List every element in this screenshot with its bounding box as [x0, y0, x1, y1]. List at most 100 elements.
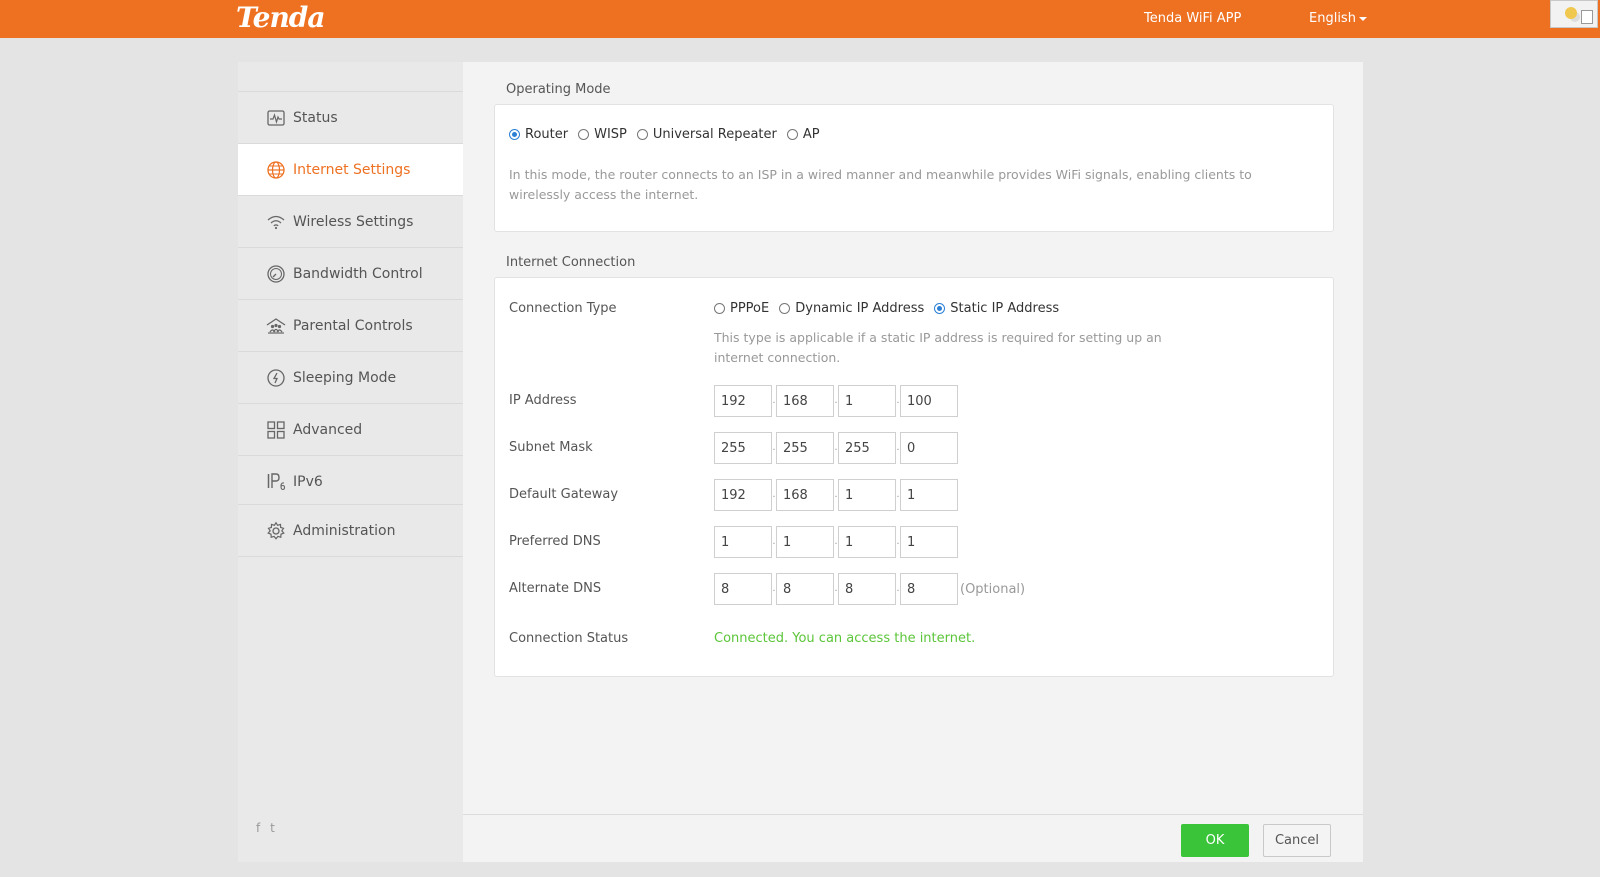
alternate-dns-label: Alternate DNS: [509, 581, 602, 596]
conn-static-ip-option[interactable]: Static IP Address: [934, 301, 1059, 316]
default-gateway-label: Default Gateway: [509, 487, 619, 502]
footer-divider: [463, 814, 1363, 815]
wifi-icon: [266, 212, 286, 232]
sidebar-item-label: Advanced: [293, 422, 363, 438]
sidebar-item-label: Internet Settings: [293, 162, 411, 178]
ip-address-label: IP Address: [509, 393, 577, 408]
option-label: WISP: [594, 127, 627, 142]
mode-universal-repeater-option[interactable]: Universal Repeater: [636, 127, 777, 142]
internet-connection-title: Internet Connection: [506, 255, 636, 270]
alternate-dns-octet-4[interactable]: [900, 573, 958, 605]
option-label: Static IP Address: [950, 301, 1060, 316]
sidebar-item-label: Administration: [293, 523, 396, 539]
sun-icon: [1565, 7, 1577, 19]
sidebar-item-label: Bandwidth Control: [293, 266, 423, 282]
sidebar-item-bandwidth-control[interactable]: Bandwidth Control: [238, 248, 463, 300]
radio-icon[interactable]: [636, 129, 648, 140]
sidebar-item-internet-settings[interactable]: Internet Settings: [238, 144, 463, 196]
conn-pppoe-option[interactable]: PPPoE: [714, 301, 769, 316]
conn-dynamic-ip-option[interactable]: Dynamic IP Address: [779, 301, 924, 316]
sidebar-item-label: Status: [293, 110, 338, 126]
preferred-dns-octet-1[interactable]: [714, 526, 772, 558]
connection-status-label: Connection Status: [509, 631, 629, 646]
mode-wisp-option[interactable]: WISP: [578, 127, 627, 142]
mode-router-option[interactable]: Router: [509, 127, 568, 142]
alternate-dns-octet-3[interactable]: [838, 573, 896, 605]
connection-status-value: Connected. You can access the internet.: [714, 631, 976, 646]
internet-connection-card: Connection Type PPPoE Dynamic IP Address…: [494, 277, 1334, 677]
sidebar-item-sleeping-mode[interactable]: Sleeping Mode: [238, 352, 463, 404]
radio-icon[interactable]: [786, 129, 798, 140]
cancel-button[interactable]: Cancel: [1263, 824, 1331, 857]
radio-selected-icon[interactable]: [509, 129, 520, 140]
ip-address-octet-3[interactable]: [838, 385, 896, 417]
subnet-mask-octet-1[interactable]: [714, 432, 772, 464]
operating-mode-options: Router WISP Universal Repeater AP: [509, 127, 830, 142]
sidebar-item-label: Parental Controls: [293, 318, 413, 334]
sidebar-item-label: Wireless Settings: [293, 214, 414, 230]
subnet-mask-octet-3[interactable]: [838, 432, 896, 464]
subnet-mask-octet-4[interactable]: [900, 432, 958, 464]
operating-mode-title: Operating Mode: [506, 82, 611, 97]
option-label: PPPoE: [730, 301, 770, 316]
option-label: Dynamic IP Address: [795, 301, 925, 316]
grid-icon: [266, 420, 286, 440]
subnet-mask-label: Subnet Mask: [509, 440, 593, 455]
alternate-dns-octet-1[interactable]: [714, 573, 772, 605]
mode-ap-option[interactable]: AP: [786, 127, 820, 142]
ip-address-input-group: . . .: [714, 385, 958, 417]
facebook-icon[interactable]: f: [256, 821, 260, 835]
alternate-dns-octet-2[interactable]: [776, 573, 834, 605]
ip-address-octet-2[interactable]: [776, 385, 834, 417]
default-gateway-octet-3[interactable]: [838, 479, 896, 511]
ip-address-octet-4[interactable]: [900, 385, 958, 417]
default-gateway-octet-2[interactable]: [776, 479, 834, 511]
monitor-icon: [1581, 10, 1593, 24]
preferred-dns-octet-3[interactable]: [838, 526, 896, 558]
option-label: Router: [525, 127, 569, 142]
operating-mode-description: In this mode, the router connects to an …: [509, 167, 1252, 202]
gear-icon: [266, 521, 286, 541]
preferred-dns-label: Preferred DNS: [509, 534, 601, 549]
preferred-dns-input-group: . . .: [714, 526, 958, 558]
radio-icon[interactable]: [578, 129, 590, 140]
top-bar: Tenda Tenda WiFi APP English: [0, 0, 1600, 38]
sidebar-item-label: IPv6: [293, 474, 323, 490]
power-icon: [266, 368, 286, 388]
language-label: English: [1309, 11, 1356, 26]
alternate-dns-input-group: . . . (Optional): [714, 573, 1025, 605]
option-label: Universal Repeater: [652, 127, 777, 142]
ipv6-icon: [266, 472, 286, 492]
app-link[interactable]: Tenda WiFi APP: [1144, 11, 1241, 26]
ok-button[interactable]: OK: [1181, 824, 1249, 857]
social-links: f t: [256, 821, 281, 835]
connection-type-description: This type is applicable if a static IP a…: [714, 330, 1162, 365]
sidebar-item-advanced[interactable]: Advanced: [238, 404, 463, 456]
weather-widget[interactable]: [1550, 0, 1598, 28]
ip-address-octet-1[interactable]: [714, 385, 772, 417]
radio-icon[interactable]: [779, 303, 791, 314]
default-gateway-octet-1[interactable]: [714, 479, 772, 511]
sidebar-item-status[interactable]: Status: [238, 92, 463, 144]
optional-hint: (Optional): [960, 581, 1026, 597]
preferred-dns-octet-4[interactable]: [900, 526, 958, 558]
radio-icon[interactable]: [714, 303, 725, 314]
subnet-mask-octet-2[interactable]: [776, 432, 834, 464]
tenda-logo[interactable]: Tenda: [236, 1, 326, 34]
sidebar-item-ipv6[interactable]: IPv6: [238, 456, 463, 505]
sidebar-item-label: Sleeping Mode: [293, 370, 397, 386]
connection-type-label: Connection Type: [509, 301, 617, 316]
main-panel: Operating Mode Router WISP Universal Rep…: [463, 62, 1363, 862]
sidebar-item-wireless-settings[interactable]: Wireless Settings: [238, 196, 463, 248]
radio-selected-icon[interactable]: [934, 303, 946, 314]
language-selector[interactable]: English: [1309, 11, 1367, 26]
sidebar-item-parental-controls[interactable]: Parental Controls: [238, 300, 463, 352]
family-icon: [266, 316, 286, 336]
twitter-icon[interactable]: t: [270, 821, 275, 835]
default-gateway-input-group: . . .: [714, 479, 958, 511]
preferred-dns-octet-2[interactable]: [776, 526, 834, 558]
default-gateway-octet-4[interactable]: [900, 479, 958, 511]
sidebar-item-administration[interactable]: Administration: [238, 505, 463, 557]
operating-mode-card: Router WISP Universal Repeater AP In thi…: [494, 104, 1334, 232]
caret-down-icon: [1358, 16, 1367, 21]
